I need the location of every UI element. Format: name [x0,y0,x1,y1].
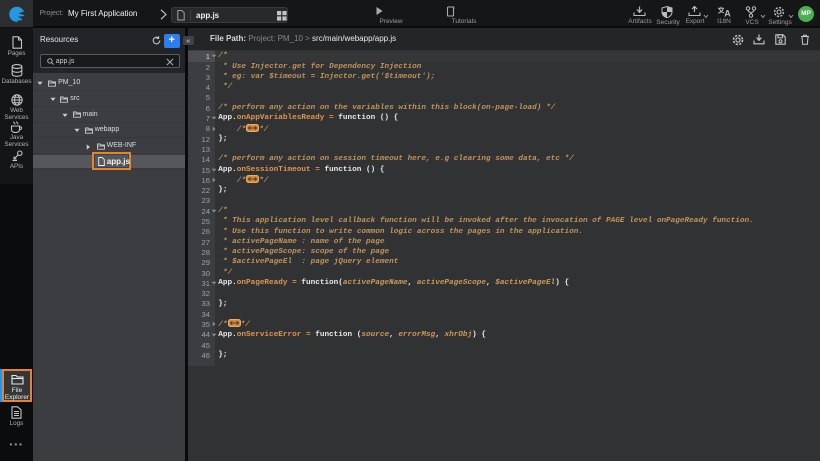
svg-text:A: A [724,8,731,17]
